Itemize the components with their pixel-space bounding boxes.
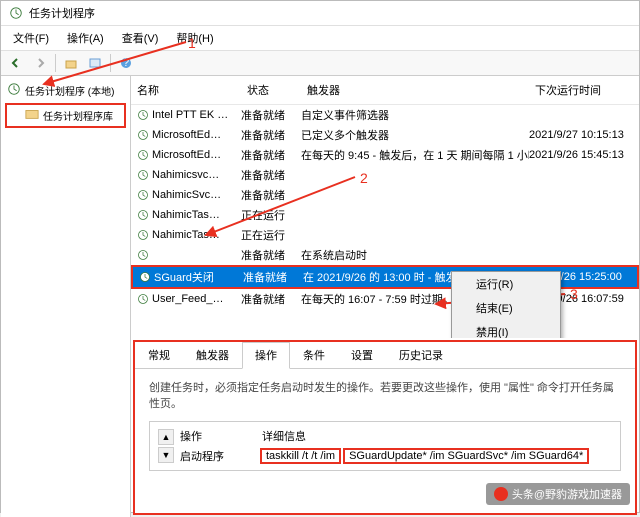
task-next: 2021/9/27 10:15:13 <box>529 129 639 141</box>
task-name: NahimicTas… <box>152 229 220 241</box>
table-row[interactable]: Nahimicsvc… 准备就绪 <box>131 165 639 185</box>
app-icon <box>9 6 23 20</box>
clock-icon <box>7 82 21 99</box>
task-name: MicrosoftEd… <box>152 129 221 141</box>
table-row[interactable]: 准备就绪在系统启动时 <box>131 245 639 265</box>
table-row[interactable]: NahimicSvc… 准备就绪 <box>131 185 639 205</box>
menu-file[interactable]: 文件(F) <box>5 28 57 48</box>
action-type: 启动程序 <box>180 448 260 464</box>
table-row[interactable]: User_Feed_…准备就绪在每天的 16:07 - 7:59 时过期。202… <box>131 289 639 309</box>
help-button[interactable]: ? <box>115 53 137 73</box>
task-status: 准备就绪 <box>241 167 301 183</box>
table-row[interactable]: Intel PTT EK … 准备就绪自定义事件筛选器 <box>131 105 639 125</box>
titlebar: 任务计划程序 <box>1 1 639 26</box>
col-name[interactable]: 名称 <box>131 80 241 100</box>
pager-down[interactable]: ▼ <box>158 447 174 463</box>
menu-help[interactable]: 帮助(H) <box>168 28 221 48</box>
tree-library[interactable]: 任务计划程序库 <box>5 103 126 128</box>
task-trigger: 在系统启动时 <box>301 247 529 263</box>
task-next: 2021/9/26 15:45:13 <box>529 149 639 161</box>
tree-library-label: 任务计划程序库 <box>43 108 113 123</box>
refresh-button[interactable] <box>84 53 106 73</box>
detail-hint: 创建任务时，必须指定任务启动时发生的操作。若要更改这些操作，使用 "属性" 命令… <box>149 379 621 411</box>
col-trigger[interactable]: 触发器 <box>301 80 529 100</box>
task-name: MicrosoftEd… <box>152 149 221 161</box>
window-title: 任务计划程序 <box>29 5 95 21</box>
detail-tabs: 常规 触发器 操作 条件 设置 历史记录 <box>135 342 635 369</box>
toolbar: ? <box>1 51 639 76</box>
tab-general[interactable]: 常规 <box>135 342 183 368</box>
task-name: NahimicTas… <box>152 209 220 221</box>
task-trigger: 在每天的 9:45 - 触发后，在 1 天 期间每隔 1 小时 重复一次。 <box>301 147 529 163</box>
up-button[interactable] <box>60 53 82 73</box>
menu-action[interactable]: 操作(A) <box>59 28 112 48</box>
menubar: 文件(F) 操作(A) 查看(V) 帮助(H) <box>1 26 639 51</box>
ctx-end[interactable]: 结束(E) <box>452 296 560 320</box>
table-row[interactable]: NahimicTas… 正在运行 <box>131 205 639 225</box>
back-button[interactable] <box>5 53 27 73</box>
detail-col-header: 详细信息 <box>262 428 306 444</box>
cmd-part1: taskkill /t /t /im <box>260 448 341 464</box>
action-row[interactable]: 启动程序 taskkill /t /t /im SGuardUpdate* /i… <box>180 448 614 464</box>
cmd-part2: SGuardUpdate* /im SGuardSvc* /im SGuard6… <box>343 448 589 464</box>
task-status: 准备就绪 <box>243 269 303 285</box>
tab-history[interactable]: 历史记录 <box>386 342 456 368</box>
task-name: Nahimicsvc… <box>152 169 219 181</box>
task-grid: 名称 状态 触发器 下次运行时间 Intel PTT EK …准备就绪自定义事件… <box>131 76 639 338</box>
table-row[interactable]: MicrosoftEd… 准备就绪已定义多个触发器2021/9/27 10:15:… <box>131 125 639 145</box>
col-status[interactable]: 状态 <box>241 80 301 100</box>
context-menu: 运行(R) 结束(E) 禁用(I) 导出(X)... 属性(P) 删除(D) <box>451 271 561 338</box>
task-name: Intel PTT EK … <box>152 109 228 121</box>
task-status: 正在运行 <box>241 207 301 223</box>
task-status: 准备就绪 <box>241 127 301 143</box>
task-trigger: 已定义多个触发器 <box>301 127 529 143</box>
table-row[interactable]: MicrosoftEd… 准备就绪在每天的 9:45 - 触发后，在 1 天 期间… <box>131 145 639 165</box>
ctx-run[interactable]: 运行(R) <box>452 272 560 296</box>
tree-root-label: 任务计划程序 (本地) <box>25 83 114 98</box>
table-row[interactable]: NahimicTas… 正在运行 <box>131 225 639 245</box>
watermark: 头条@野豹游戏加速器 <box>486 483 630 505</box>
tree-root[interactable]: 任务计划程序 (本地) <box>5 80 126 101</box>
task-status: 准备就绪 <box>241 107 301 123</box>
col-next[interactable]: 下次运行时间 <box>529 80 639 100</box>
folder-icon <box>25 107 39 124</box>
tab-triggers[interactable]: 触发器 <box>183 342 242 368</box>
grid-header: 名称 状态 触发器 下次运行时间 <box>131 76 639 105</box>
task-name: NahimicSvc… <box>152 189 221 201</box>
action-box: ▲ ▼ 操作 详细信息 启动程序 taskkill /t /t /im SGua… <box>149 421 621 471</box>
watermark-text: 头条@野豹游戏加速器 <box>512 486 622 502</box>
tab-settings[interactable]: 设置 <box>338 342 386 368</box>
task-status: 准备就绪 <box>241 291 301 307</box>
tab-conditions[interactable]: 条件 <box>290 342 338 368</box>
svg-text:?: ? <box>123 57 129 69</box>
forward-button[interactable] <box>29 53 51 73</box>
action-col-header: 操作 <box>180 428 202 444</box>
pager-up[interactable]: ▲ <box>158 429 174 445</box>
task-name: User_Feed_… <box>152 293 224 305</box>
table-row[interactable]: SGuard关闭准备就绪在 2021/9/26 的 13:00 时 - 触发后，… <box>131 265 639 289</box>
task-status: 正在运行 <box>241 227 301 243</box>
task-name: SGuard关闭 <box>154 269 214 285</box>
task-status: 准备就绪 <box>241 247 301 263</box>
tab-actions[interactable]: 操作 <box>242 342 290 369</box>
task-trigger: 自定义事件筛选器 <box>301 107 529 123</box>
task-status: 准备就绪 <box>241 187 301 203</box>
task-status: 准备就绪 <box>241 147 301 163</box>
menu-view[interactable]: 查看(V) <box>114 28 167 48</box>
watermark-icon <box>494 487 508 501</box>
ctx-disable[interactable]: 禁用(I) <box>452 320 560 338</box>
sidebar: 任务计划程序 (本地) 任务计划程序库 <box>1 76 131 517</box>
